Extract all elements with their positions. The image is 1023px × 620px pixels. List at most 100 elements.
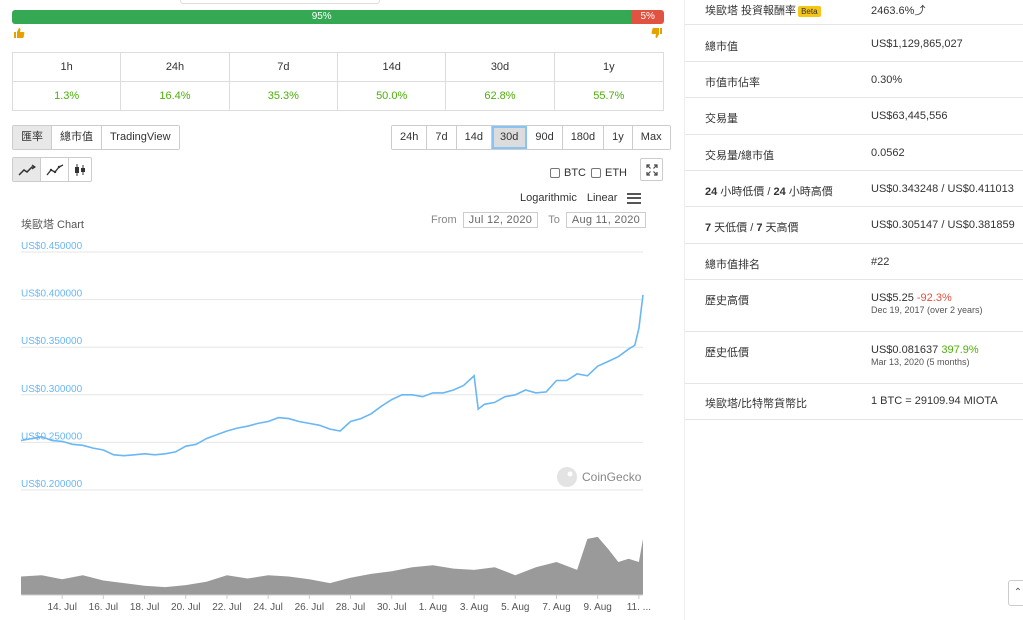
change-header: 24h — [121, 53, 230, 82]
chart-title: 埃歐塔 Chart — [21, 219, 84, 231]
range-24h[interactable]: 24h — [392, 126, 428, 149]
range-90d[interactable]: 90d — [527, 126, 563, 149]
stat-label: 總市值排名 — [705, 259, 760, 271]
sentiment-up: 95% — [12, 10, 632, 24]
tab-tradingview[interactable]: TradingView — [102, 126, 179, 149]
y-tick-label: US$0.350000 — [21, 336, 83, 347]
change-header: 14d — [338, 53, 447, 82]
change-value: 16.4% — [121, 82, 230, 111]
btc-label: BTC — [564, 167, 586, 179]
stat-btc-ratio: 埃歐塔/比特幣貨幣比 1 BTC = 29109.94 MIOTA — [685, 384, 1023, 420]
from-date-input[interactable]: Jul 12, 2020 — [462, 212, 539, 228]
stat-label: 24 小時低價 / 24 小時高價 — [705, 186, 833, 198]
chart-style-toggle — [12, 157, 92, 182]
stat-label: 交易量/總市值 — [705, 150, 775, 162]
candlestick-icon[interactable] — [69, 158, 91, 181]
range-14d[interactable]: 14d — [456, 126, 492, 149]
change-header: 7d — [229, 53, 338, 82]
x-tick-label: 30. Jul — [377, 602, 406, 613]
chart-type-tabs: 匯率 總市值 TradingView — [12, 125, 180, 150]
stat-label: 交易量 — [705, 113, 738, 125]
fullscreen-button[interactable] — [640, 158, 663, 181]
range-tabs: 24h 7d 14d 30d 90d 180d 1y Max — [391, 125, 671, 150]
atl-date: Mar 13, 2020 (5 months) — [871, 357, 970, 367]
expand-icon — [645, 163, 658, 176]
change-value: 55.7% — [593, 90, 625, 102]
date-range: From Jul 12, 2020 To Aug 11, 2020 — [431, 212, 647, 228]
stat-label: 總市值 — [705, 41, 738, 53]
stat-24h-range: 24 小時低價 / 24 小時高價 US$0.343248 / US$0.411… — [685, 171, 1023, 207]
stat-label: 7 天低價 / 7 天高價 — [705, 222, 799, 234]
ath-change: -92.3% — [916, 292, 952, 304]
sentiment-down: 5% — [631, 10, 664, 24]
eth-checkbox[interactable] — [591, 168, 601, 178]
range-30d[interactable]: 30d — [491, 126, 528, 149]
line-chart-icon[interactable] — [13, 158, 41, 181]
compare-btc[interactable]: BTC — [550, 167, 586, 179]
y-tick-label: US$0.300000 — [21, 384, 83, 395]
change-header: 30d — [446, 53, 555, 82]
x-tick-label: 16. Jul — [89, 602, 118, 613]
x-tick-label: 7. Aug — [542, 602, 570, 613]
change-value: 1.3% — [13, 82, 122, 111]
range-max[interactable]: Max — [632, 126, 670, 149]
stat-value: US$63,445,556 — [871, 110, 948, 122]
scroll-to-top-button[interactable]: ⌃ — [1008, 580, 1023, 606]
tab-price[interactable]: 匯率 — [13, 126, 52, 149]
stat-volume-mcap: 交易量/總市值 0.0562 — [685, 135, 1023, 171]
stat-value: US$0.081637 397.9% Mar 13, 2020 (5 months… — [871, 344, 979, 367]
scale-logarithmic[interactable]: Logarithmic — [520, 192, 577, 204]
stat-volume: 交易量 US$63,445,556 — [685, 98, 1023, 135]
stat-value: 2463.6%⤴ — [871, 5, 926, 17]
hamburger-menu-icon[interactable] — [627, 192, 642, 204]
stats-panel: 埃歐塔 投資報酬率 Beta 2463.6%⤴ 總市值 US$1,129,865,… — [684, 0, 1023, 620]
change-header: 1h — [13, 53, 122, 82]
stat-value: 1 BTC = 29109.94 MIOTA — [871, 395, 998, 407]
x-tick-label: 11. ... — [627, 602, 651, 613]
change-header: 1y — [554, 53, 663, 82]
x-tick-label: 26. Jul — [295, 602, 324, 613]
x-tick-label: 3. Aug — [460, 602, 488, 613]
y-tick-label: US$0.200000 — [21, 479, 83, 490]
x-tick-label: 22. Jul — [212, 602, 241, 613]
range-180d[interactable]: 180d — [562, 126, 605, 149]
coingecko-watermark: CoinGecko — [557, 467, 642, 487]
x-tick-label: 1. Aug — [419, 602, 447, 613]
eth-label: ETH — [605, 167, 627, 179]
scale-linear[interactable]: Linear — [587, 192, 618, 204]
tab-market-cap[interactable]: 總市值 — [52, 126, 102, 149]
sentiment-bar: 95% 5% — [12, 10, 664, 24]
trend-up-icon: ⤴ — [914, 5, 926, 17]
top-control-stub — [180, 0, 380, 4]
stat-dominance: 市值市佔率 0.30% — [685, 62, 1023, 98]
stat-label: 埃歐塔 投資報酬率 Beta — [705, 2, 821, 18]
range-7d[interactable]: 7d — [427, 126, 457, 149]
scale-switch: Logarithmic Linear — [520, 192, 642, 204]
ath-date: Dec 19, 2017 (over 2 years) — [871, 305, 983, 315]
stat-label: 歷史低價 — [705, 347, 749, 359]
x-tick-label: 14. Jul — [47, 602, 76, 613]
thumbs-up-icon[interactable] — [13, 27, 25, 39]
stat-roi: 埃歐塔 投資報酬率 Beta 2463.6%⤴ — [685, 0, 1023, 25]
stat-value: 0.30% — [871, 74, 903, 86]
btc-checkbox[interactable] — [550, 168, 560, 178]
compare-eth[interactable]: ETH — [591, 167, 627, 179]
price-chart: US$0.450000 US$0.400000 US$0.350000 US$0.30… — [20, 241, 651, 613]
stat-value: US$0.343248 / US$0.411013 — [871, 183, 1014, 195]
price-change-table: 1h 24h 7d 14d 30d 1y 1.3% 16.4% 35.3% 50… — [12, 52, 664, 111]
from-label: From — [431, 214, 457, 226]
stat-value: US$1,129,865,027 — [871, 38, 963, 50]
y-tick-label: US$0.450000 — [21, 241, 83, 252]
price-line — [20, 294, 644, 457]
to-date-input[interactable]: Aug 11, 2020 — [565, 212, 647, 228]
x-tick-label: 18. Jul — [130, 602, 159, 613]
stat-rank: 總市值排名 #22 — [685, 244, 1023, 280]
ohlc-line-icon[interactable] — [41, 158, 69, 181]
stat-label: 市值市佔率 — [705, 77, 760, 89]
range-1y[interactable]: 1y — [604, 126, 633, 149]
x-tick-label: 9. Aug — [584, 602, 612, 613]
stat-label: 埃歐塔/比特幣貨幣比 — [705, 398, 808, 410]
x-tick-label: 28. Jul — [336, 602, 365, 613]
thumbs-down-icon[interactable] — [651, 27, 663, 39]
coingecko-logo-eye — [567, 471, 573, 477]
